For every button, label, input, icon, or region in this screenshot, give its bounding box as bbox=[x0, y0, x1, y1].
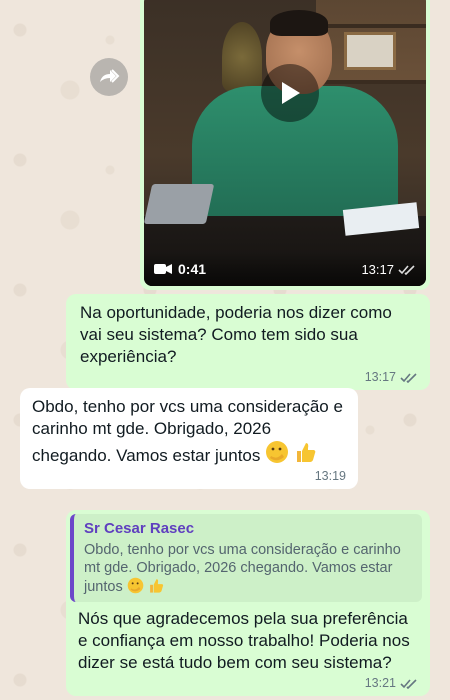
incoming-message[interactable]: Obdo, tenho por vcs uma consideração e c… bbox=[20, 388, 358, 489]
outgoing-message[interactable]: Na oportunidade, poderia nos dizer como … bbox=[66, 294, 430, 390]
plant-decor bbox=[222, 22, 262, 92]
thumbs-up-icon bbox=[149, 579, 163, 593]
video-info-bar: 0:41 13:17 bbox=[144, 252, 426, 286]
video-camera-icon bbox=[154, 264, 172, 274]
double-check-icon bbox=[398, 264, 415, 275]
video-message[interactable]: 0:41 13:17 bbox=[140, 0, 430, 290]
quoted-author: Sr Cesar Rasec bbox=[84, 520, 195, 537]
smiling-face-with-hand-over-mouth-icon bbox=[266, 441, 289, 463]
photo-frame-decor bbox=[344, 32, 396, 70]
message-time: 13:19 bbox=[314, 469, 346, 483]
message-time: 13:17 bbox=[361, 261, 394, 277]
chat-area[interactable]: 0:41 13:17 Na oportunidade, poderia nos … bbox=[0, 0, 450, 700]
video-thumbnail[interactable]: 0:41 13:17 bbox=[144, 0, 426, 286]
quoted-message[interactable]: Sr Cesar Rasec Obdo, tenho por vcs uma c… bbox=[70, 514, 422, 602]
forward-icon bbox=[100, 69, 120, 83]
double-check-icon bbox=[400, 372, 417, 383]
smiling-face-with-hand-over-mouth-icon bbox=[127, 577, 144, 594]
message-text: Na oportunidade, poderia nos dizer como … bbox=[80, 303, 392, 366]
play-button[interactable] bbox=[261, 64, 319, 122]
play-icon bbox=[282, 82, 300, 104]
thumbs-up-icon bbox=[296, 443, 316, 462]
video-duration: 0:41 bbox=[178, 261, 207, 277]
message-time: 13:17 bbox=[364, 370, 396, 384]
forward-button[interactable] bbox=[90, 58, 128, 96]
double-check-icon bbox=[400, 678, 417, 689]
message-text: Nós que agradecemos pela sua preferência… bbox=[78, 609, 410, 672]
outgoing-reply-message[interactable]: Sr Cesar Rasec Obdo, tenho por vcs uma c… bbox=[66, 510, 430, 696]
message-time: 13:21 bbox=[364, 676, 396, 690]
